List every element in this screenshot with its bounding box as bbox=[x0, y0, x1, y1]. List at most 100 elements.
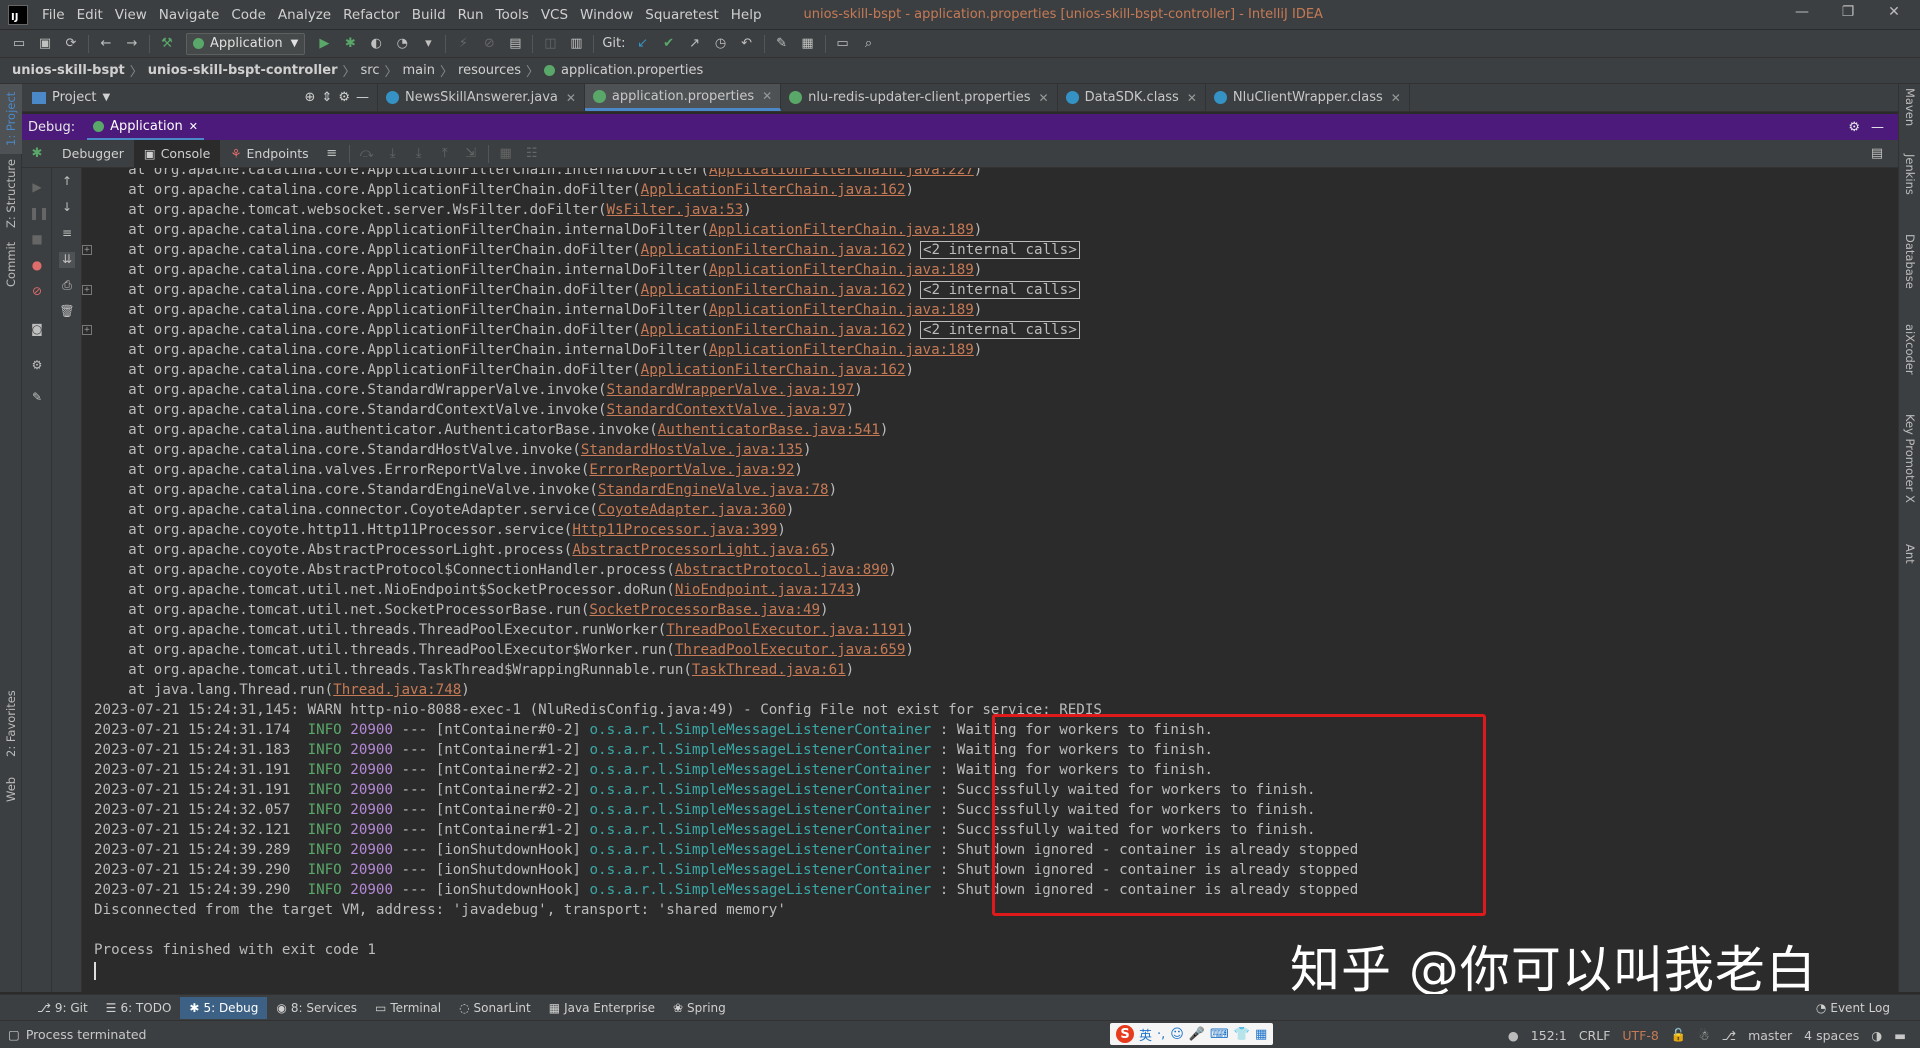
menu-item-refactor[interactable]: Refactor bbox=[337, 7, 406, 23]
editor-tab[interactable]: application.properties ✕ bbox=[584, 84, 782, 111]
file-encoding[interactable]: UTF-8 bbox=[1622, 1028, 1658, 1043]
menu-item-navigate[interactable]: Navigate bbox=[153, 7, 226, 23]
tool-tab-maven[interactable]: Maven bbox=[1899, 88, 1920, 138]
forward-icon[interactable]: → bbox=[123, 35, 141, 53]
stop-icon[interactable]: ■ bbox=[29, 232, 45, 248]
source-link[interactable]: Thread.java:748 bbox=[333, 682, 461, 698]
source-link[interactable]: TaskThread.java:61 bbox=[692, 662, 846, 678]
source-link[interactable]: ApplicationFilterChain.java:189 bbox=[709, 222, 974, 238]
inspector-icon[interactable]: ☃ bbox=[1698, 1028, 1709, 1043]
close-icon[interactable]: ✕ bbox=[189, 120, 198, 133]
tool-tab-jenkins[interactable]: Jenkins bbox=[1899, 154, 1920, 214]
menu-item-file[interactable]: File bbox=[36, 7, 71, 23]
breadcrumb-item[interactable]: unios-skill-bspt-controller bbox=[148, 63, 338, 78]
debug-bug-icon[interactable]: ✱ bbox=[341, 35, 359, 53]
lock-icon[interactable]: 🔓 bbox=[1671, 1027, 1687, 1043]
layout-icon[interactable]: ▤ bbox=[1868, 145, 1886, 163]
tool-tab-favorites[interactable]: 2: Favorites bbox=[0, 684, 22, 764]
source-link[interactable]: NioEndpoint.java:1743 bbox=[675, 582, 854, 598]
step-over-icon[interactable]: ⤼ bbox=[358, 145, 376, 163]
source-link[interactable]: CoyoteAdapter.java:360 bbox=[598, 502, 786, 518]
menu-icon[interactable]: ≡ bbox=[323, 145, 341, 163]
source-link[interactable]: ApplicationFilterChain.java:189 bbox=[709, 262, 974, 278]
bottom-tool-debug[interactable]: ✱ 5: Debug bbox=[180, 996, 268, 1019]
source-link[interactable]: ThreadPoolExecutor.java:659 bbox=[675, 642, 906, 658]
expand-fold-icon[interactable]: + bbox=[82, 285, 92, 295]
source-link[interactable]: ApplicationFilterChain.java:162 bbox=[641, 362, 906, 378]
close-icon[interactable]: ✕ bbox=[1039, 91, 1049, 105]
close-icon[interactable]: ✕ bbox=[762, 89, 772, 103]
close-icon[interactable]: ✕ bbox=[1391, 91, 1401, 105]
git-update-icon[interactable]: ↙ bbox=[634, 35, 652, 53]
close-window-icon[interactable]: ✕ bbox=[1882, 4, 1906, 26]
source-link[interactable]: ApplicationFilterChain.java:162 bbox=[641, 282, 906, 298]
bottom-tool-sonarlint[interactable]: ◌ SonarLint bbox=[450, 997, 540, 1019]
tool-tab-ant[interactable]: Ant bbox=[1899, 544, 1920, 584]
source-link[interactable]: ThreadPoolExecutor.java:1191 bbox=[666, 622, 905, 638]
console-output[interactable]: at org.apache.catalina.core.ApplicationF… bbox=[82, 168, 1898, 992]
open-folder-icon[interactable]: ▭ bbox=[10, 35, 28, 53]
layout-icon[interactable]: ▥ bbox=[567, 35, 585, 53]
tool-tab-key-promoter[interactable]: Key Promoter X bbox=[1899, 414, 1920, 524]
save-icon[interactable]: ▣ bbox=[36, 35, 54, 53]
gear-icon[interactable]: ⚙ bbox=[338, 90, 350, 105]
source-link[interactable]: StandardContextValve.java:97 bbox=[607, 402, 846, 418]
source-link[interactable]: ApplicationFilterChain.java:162 bbox=[641, 182, 906, 198]
run-to-cursor-icon[interactable]: ⇲ bbox=[462, 145, 480, 163]
source-link[interactable]: WsFilter.java:53 bbox=[607, 202, 744, 218]
breadcrumb-item[interactable]: application.properties bbox=[561, 63, 703, 78]
source-link[interactable]: StandardHostValve.java:135 bbox=[581, 442, 803, 458]
collapse-icon[interactable]: ⇕ bbox=[321, 90, 332, 105]
source-link[interactable]: Http11Processor.java:399 bbox=[572, 522, 777, 538]
trash-icon[interactable]: 🗑 bbox=[59, 304, 75, 320]
source-link[interactable]: ApplicationFilterChain.java:227 bbox=[709, 168, 974, 178]
rerun-debug-icon[interactable]: ✱ bbox=[22, 146, 52, 161]
menu-item-build[interactable]: Build bbox=[406, 7, 452, 23]
memory-icon[interactable]: ▬ bbox=[1894, 1028, 1906, 1043]
breadcrumb-item[interactable]: unios-skill-bspt bbox=[12, 63, 125, 78]
down-arrow-icon[interactable]: ↓ bbox=[59, 200, 75, 216]
chevron-down-icon[interactable]: ▼ bbox=[102, 92, 110, 103]
close-icon[interactable]: ✕ bbox=[566, 91, 576, 105]
tool-tab-project[interactable]: 1: Project bbox=[0, 84, 22, 154]
tool-tab-structure[interactable]: Z: Structure bbox=[0, 154, 22, 234]
bottom-tool-git[interactable]: ⎇ 9: Git bbox=[28, 997, 97, 1019]
menu-item-help[interactable]: Help bbox=[725, 7, 768, 23]
cursor-position[interactable]: 152:1 bbox=[1531, 1028, 1567, 1043]
trace-icon[interactable]: ☷ bbox=[523, 145, 541, 163]
internal-calls-badge[interactable]: <2 internal calls> bbox=[920, 321, 1080, 339]
git-rollback-icon[interactable]: ↶ bbox=[738, 35, 756, 53]
settings-wrench-icon[interactable]: ✎ bbox=[773, 35, 791, 53]
more-run-icon[interactable]: ▾ bbox=[419, 35, 437, 53]
editor-tab[interactable]: NewsSkillAnswerer.java ✕ bbox=[378, 84, 585, 111]
panel-toggle-icon[interactable]: ▢ bbox=[8, 1027, 20, 1042]
tab-debugger[interactable]: Debugger bbox=[52, 140, 134, 168]
menu-item-edit[interactable]: Edit bbox=[71, 7, 109, 23]
force-step-into-icon[interactable]: ⤓ bbox=[410, 145, 428, 163]
gear-icon[interactable]: ⚙ bbox=[1848, 120, 1860, 135]
bottom-tool-terminal[interactable]: ▭ Terminal bbox=[366, 997, 450, 1019]
search-icon[interactable]: ⌕ bbox=[860, 35, 878, 53]
attach-icon[interactable]: ⚡ bbox=[454, 35, 472, 53]
source-link[interactable]: ApplicationFilterChain.java:162 bbox=[641, 242, 906, 258]
run-icon[interactable]: ▶ bbox=[315, 35, 333, 53]
build-hammer-icon[interactable]: ⚒ bbox=[158, 35, 176, 53]
expand-fold-icon[interactable]: + bbox=[82, 325, 92, 335]
menu-item-window[interactable]: Window bbox=[574, 7, 639, 23]
sync-icon[interactable]: ⟳ bbox=[62, 35, 80, 53]
view-breakpoints-icon[interactable]: ● bbox=[29, 258, 45, 274]
line-separator[interactable]: CRLF bbox=[1579, 1028, 1611, 1043]
close-icon[interactable]: ✕ bbox=[1187, 91, 1197, 105]
hide-icon[interactable]: — bbox=[356, 90, 369, 105]
evaluate-icon[interactable]: ▦ bbox=[497, 145, 515, 163]
resume-icon[interactable]: ▶ bbox=[29, 180, 45, 196]
presentation-icon[interactable]: ▭ bbox=[834, 35, 852, 53]
project-panel-header[interactable]: Project ▼ ⊕ ⇕ ⚙ — bbox=[22, 84, 378, 111]
breadcrumb-item[interactable]: src bbox=[361, 63, 380, 78]
print-icon[interactable]: ⎙ bbox=[59, 278, 75, 294]
bottom-tool-spring[interactable]: ❀ Spring bbox=[664, 997, 735, 1019]
back-icon[interactable]: ← bbox=[97, 35, 115, 53]
tab-endpoints[interactable]: ⚘ Endpoints bbox=[220, 140, 318, 168]
gear-icon[interactable]: ⚙ bbox=[29, 358, 45, 374]
minimize-icon[interactable]: — bbox=[1790, 4, 1814, 26]
